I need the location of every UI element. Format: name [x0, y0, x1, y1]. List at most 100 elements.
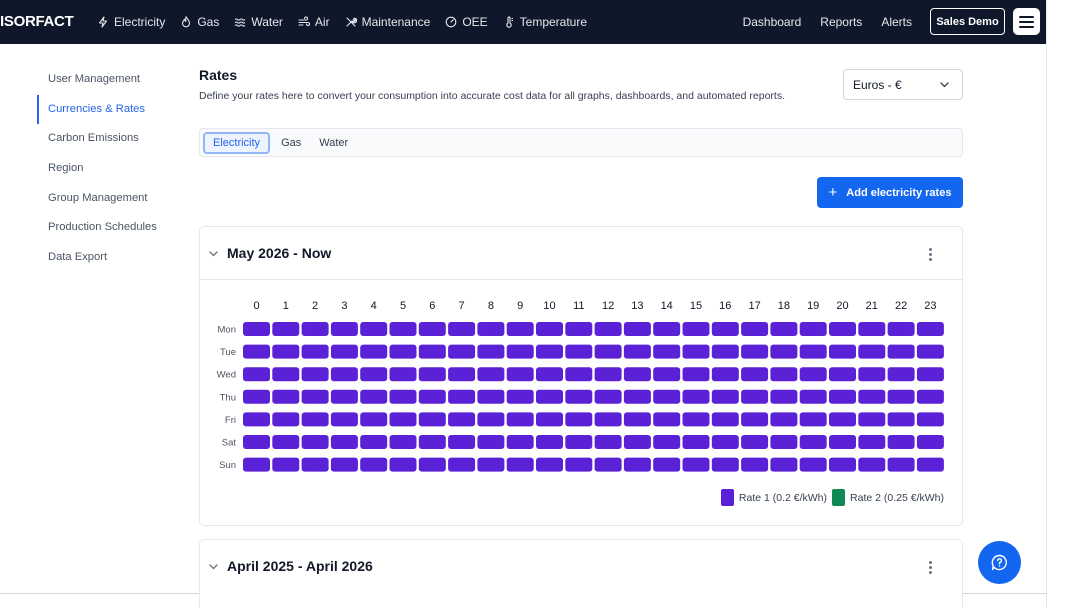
rate-cell-fri-22[interactable] [887, 412, 915, 427]
rate-cell-tue-6[interactable] [418, 344, 446, 359]
rate-cell-tue-2[interactable] [301, 344, 329, 359]
rate-cell-sat-7[interactable] [448, 435, 476, 449]
nav-item-maintenance[interactable]: Maintenance [345, 15, 430, 29]
rate-cell-tue-7[interactable] [448, 344, 476, 359]
rate-cell-mon-3[interactable] [330, 322, 358, 336]
rate-cell-thu-22[interactable] [887, 389, 915, 404]
rate-cell-wed-13[interactable] [623, 367, 651, 382]
rate-cell-sat-14[interactable] [653, 435, 681, 449]
rate-cell-wed-9[interactable] [506, 367, 534, 382]
rate-cell-thu-1[interactable] [272, 389, 300, 404]
rate-cell-fri-5[interactable] [389, 412, 417, 427]
rate-cell-fri-9[interactable] [506, 412, 534, 427]
rate-cell-sun-18[interactable] [770, 457, 798, 472]
rate-cell-wed-18[interactable] [770, 367, 798, 382]
rate-cell-fri-15[interactable] [682, 412, 710, 427]
rate-cell-thu-21[interactable] [858, 389, 886, 404]
add-electricity-rates-button[interactable]: + Add electricity rates [817, 177, 963, 208]
rate-cell-tue-21[interactable] [858, 344, 886, 359]
rate-cell-mon-9[interactable] [506, 322, 534, 336]
rate-cell-sat-20[interactable] [829, 435, 856, 449]
rate-cell-mon-13[interactable] [623, 322, 651, 336]
rate-cell-sun-3[interactable] [330, 457, 358, 472]
rate-cell-thu-10[interactable] [536, 389, 563, 404]
rate-cell-thu-18[interactable] [770, 389, 798, 404]
rate-cell-tue-4[interactable] [360, 344, 388, 359]
rate-cell-tue-1[interactable] [272, 344, 300, 359]
rate-cell-sun-4[interactable] [360, 457, 388, 472]
rate-cell-mon-4[interactable] [360, 322, 388, 336]
rate-cell-thu-9[interactable] [506, 389, 534, 404]
rate-cell-sat-0[interactable] [243, 435, 270, 449]
rate-cell-mon-7[interactable] [448, 322, 476, 336]
sidebar-item-carbon-emissions[interactable]: Carbon Emissions [37, 124, 187, 154]
rate-cell-wed-10[interactable] [536, 367, 563, 382]
rate-cell-mon-12[interactable] [594, 322, 622, 336]
rate-cell-mon-17[interactable] [741, 322, 769, 336]
rate-cell-thu-0[interactable] [243, 389, 270, 404]
rate-cell-tue-18[interactable] [770, 344, 798, 359]
rate-cell-fri-21[interactable] [858, 412, 886, 427]
rate-cell-sun-13[interactable] [623, 457, 651, 472]
rate-cell-wed-22[interactable] [887, 367, 915, 382]
rate-cell-wed-2[interactable] [301, 367, 329, 382]
rate-cell-sun-12[interactable] [594, 457, 622, 472]
rate-cell-thu-5[interactable] [389, 389, 417, 404]
nav-link-reports[interactable]: Reports [820, 15, 862, 29]
nav-item-electricity[interactable]: Electricity [97, 15, 165, 29]
sidebar-item-data-export[interactable]: Data Export [37, 243, 187, 273]
rate-cell-thu-6[interactable] [418, 389, 446, 404]
rate-cell-sat-11[interactable] [565, 435, 593, 449]
account-button[interactable]: Sales Demo [930, 8, 1005, 35]
rate-cell-sat-3[interactable] [330, 435, 358, 449]
rate-cell-sat-6[interactable] [418, 435, 446, 449]
rate-cell-sat-22[interactable] [887, 435, 915, 449]
currency-select[interactable]: Euros - € [843, 69, 963, 100]
rate-cell-fri-17[interactable] [741, 412, 769, 427]
rate-cell-mon-16[interactable] [711, 322, 739, 336]
nav-item-oee[interactable]: OEE [445, 15, 488, 29]
rate-cell-tue-14[interactable] [653, 344, 681, 359]
rate-cell-mon-23[interactable] [916, 322, 944, 336]
rate-cell-fri-20[interactable] [829, 412, 856, 427]
rate-cell-mon-20[interactable] [829, 322, 856, 336]
sidebar-item-production-schedules[interactable]: Production Schedules [37, 213, 187, 243]
rate-cell-thu-2[interactable] [301, 389, 329, 404]
rate-cell-sun-16[interactable] [711, 457, 739, 472]
rate-cell-fri-3[interactable] [330, 412, 358, 427]
rate-cell-fri-4[interactable] [360, 412, 388, 427]
rate-cell-thu-7[interactable] [448, 389, 476, 404]
rate-cell-sat-1[interactable] [272, 435, 300, 449]
rate-cell-sun-10[interactable] [536, 457, 563, 472]
rate-cell-sat-8[interactable] [477, 435, 505, 449]
rate-cell-wed-23[interactable] [916, 367, 944, 382]
chevron-down-icon[interactable] [208, 561, 219, 572]
rate-cell-thu-20[interactable] [829, 389, 856, 404]
rate-cell-wed-14[interactable] [653, 367, 681, 382]
rate-cell-thu-23[interactable] [916, 389, 944, 404]
rate-cell-sun-2[interactable] [301, 457, 329, 472]
rate-cell-wed-8[interactable] [477, 367, 505, 382]
rate-cell-wed-6[interactable] [418, 367, 446, 382]
rate-cell-wed-11[interactable] [565, 367, 593, 382]
rate-cell-sat-12[interactable] [594, 435, 622, 449]
rate-cell-fri-2[interactable] [301, 412, 329, 427]
rate-cell-thu-3[interactable] [330, 389, 358, 404]
nav-item-water[interactable]: Water [234, 15, 283, 29]
rate-cell-sat-9[interactable] [506, 435, 534, 449]
rate-cell-tue-23[interactable] [916, 344, 944, 359]
rate-cell-fri-1[interactable] [272, 412, 300, 427]
rate-cell-sun-11[interactable] [565, 457, 593, 472]
rate-cell-tue-8[interactable] [477, 344, 505, 359]
nav-link-dashboard[interactable]: Dashboard [743, 15, 802, 29]
rate-cell-sun-19[interactable] [799, 457, 827, 472]
rate-cell-thu-13[interactable] [623, 389, 651, 404]
nav-item-air[interactable]: Air [298, 15, 330, 29]
rate-cell-tue-11[interactable] [565, 344, 593, 359]
rate-cell-mon-18[interactable] [770, 322, 798, 336]
rate-cell-fri-18[interactable] [770, 412, 798, 427]
rate-cell-sat-18[interactable] [770, 435, 798, 449]
rate-cell-wed-4[interactable] [360, 367, 388, 382]
rate-cell-sat-10[interactable] [536, 435, 563, 449]
rate-cell-wed-1[interactable] [272, 367, 300, 382]
